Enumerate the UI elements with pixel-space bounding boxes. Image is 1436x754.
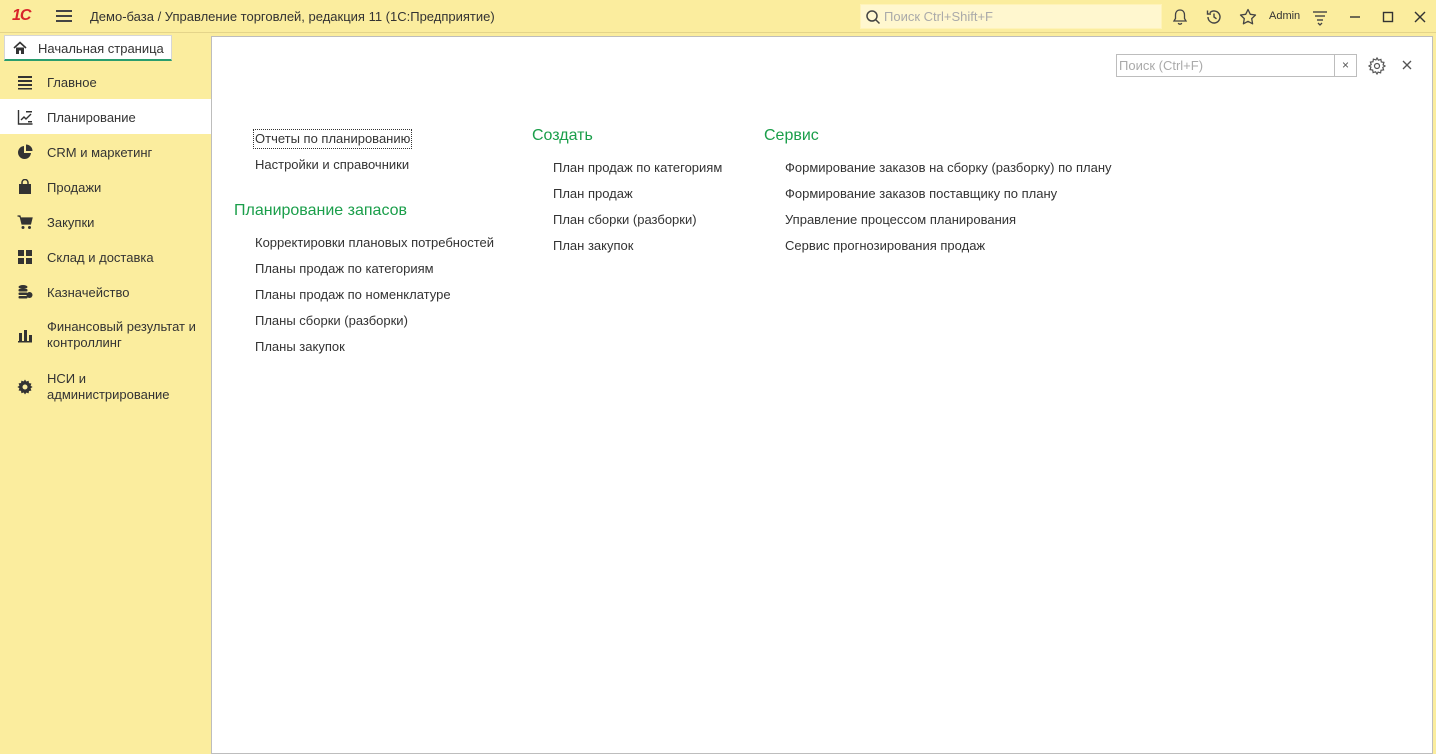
global-search-input[interactable] [884, 7, 1154, 26]
gear-icon [17, 379, 33, 395]
panel-settings-icon[interactable] [1367, 56, 1387, 76]
section-content-panel: × Отчеты по планированию Настройки и спр… [211, 36, 1433, 754]
sidebar-item-purchases[interactable]: Закупки [0, 204, 211, 239]
bell-icon[interactable] [1170, 7, 1190, 27]
user-name[interactable]: Admin [1269, 10, 1300, 22]
sidebar-item-crm[interactable]: CRM и маркетинг [0, 134, 211, 169]
planning-chart-icon [17, 110, 33, 125]
star-icon[interactable] [1238, 7, 1258, 27]
sidebar-item-label: Закупки [47, 215, 95, 230]
app-logo: 1С [12, 7, 31, 24]
warehouse-grid-icon [18, 250, 32, 264]
sidebar-item-administration[interactable]: НСИ и администрирование [0, 359, 211, 414]
sidebar-item-label: НСИ и администрирование [47, 371, 170, 402]
sidebar-item-main[interactable]: Главное [0, 64, 211, 99]
maximize-icon[interactable] [1378, 7, 1398, 27]
close-panel-icon[interactable] [1399, 57, 1415, 73]
link-create-assembly-plan[interactable]: План сборки (разборки) [553, 212, 697, 228]
cart-icon [17, 215, 33, 229]
sidebar-item-sales[interactable]: Продажи [0, 169, 211, 204]
settings-menu-icon[interactable] [1310, 7, 1330, 27]
shopping-bag-icon [19, 179, 31, 194]
sidebar-item-label: Казначейство [47, 285, 130, 300]
link-sales-forecasting-service[interactable]: Сервис прогнозирования продаж [785, 238, 985, 254]
panel-search-input[interactable] [1119, 57, 1333, 74]
group-title-create: Создать [532, 127, 593, 144]
link-sales-plans-categories[interactable]: Планы продаж по категориям [255, 261, 434, 277]
link-create-sales-plan-categories[interactable]: План продаж по категориям [553, 160, 722, 176]
sidebar-item-label: Склад и доставка [47, 250, 154, 265]
tab-home-label: Начальная страница [38, 41, 164, 56]
sidebar-item-financial-result[interactable]: Финансовый результат и контроллинг [0, 309, 211, 359]
minimize-icon[interactable] [1345, 7, 1365, 27]
sidebar-item-planning[interactable]: Планирование [0, 99, 211, 134]
sidebar-item-label: Продажи [47, 180, 102, 195]
clear-search-button[interactable]: × [1334, 55, 1356, 76]
panel-search-field[interactable]: × [1116, 54, 1357, 77]
sections-panel: Главное Планирование CRM и маркетинг Про… [0, 64, 211, 754]
sidebar-item-label: Главное [47, 75, 97, 90]
link-purchase-plans[interactable]: Планы закупок [255, 339, 345, 355]
group-title-service: Сервис [764, 127, 819, 144]
sidebar-item-label: Планирование [47, 110, 136, 125]
link-create-purchase-plan[interactable]: План закупок [553, 238, 633, 254]
link-planning-reports[interactable]: Отчеты по планированию [252, 129, 413, 149]
sidebar-item-label: CRM и маркетинг [47, 145, 153, 160]
close-window-icon[interactable] [1410, 7, 1430, 27]
link-planning-process-management[interactable]: Управление процессом планирования [785, 212, 1016, 228]
global-search-field[interactable] [860, 4, 1162, 29]
link-supplier-orders-by-plan[interactable]: Формирование заказов поставщику по плану [785, 186, 1057, 202]
link-requirement-corrections[interactable]: Корректировки плановых потребностей [255, 235, 494, 251]
tab-home[interactable]: Начальная страница [4, 35, 172, 61]
sidebar-item-label: Финансовый результат и контроллинг [47, 319, 196, 350]
link-assembly-orders-by-plan[interactable]: Формирование заказов на сборку (разборку… [785, 160, 1112, 176]
link-create-sales-plan[interactable]: План продаж [553, 186, 633, 202]
title-bar: 1С Демо-база / Управление торговлей, ред… [0, 0, 1436, 33]
sidebar-item-warehouse[interactable]: Склад и доставка [0, 239, 211, 274]
menu-lines-icon [18, 76, 32, 90]
coins-icon [18, 285, 33, 299]
link-sales-plans-items[interactable]: Планы продаж по номенклатуре [255, 287, 451, 303]
bar-chart-icon [18, 330, 32, 343]
link-settings-catalogs[interactable]: Настройки и справочники [255, 157, 409, 173]
main-menu-button[interactable] [56, 10, 72, 23]
pie-chart-icon [18, 144, 33, 159]
home-icon [13, 41, 27, 54]
sidebar-item-treasury[interactable]: Казначейство [0, 274, 211, 309]
history-icon[interactable] [1204, 7, 1224, 27]
link-assembly-plans[interactable]: Планы сборки (разборки) [255, 313, 408, 329]
window-title: Демо-база / Управление торговлей, редакц… [90, 9, 495, 24]
search-icon [866, 10, 881, 25]
group-title-inventory-planning: Планирование запасов [234, 202, 408, 219]
